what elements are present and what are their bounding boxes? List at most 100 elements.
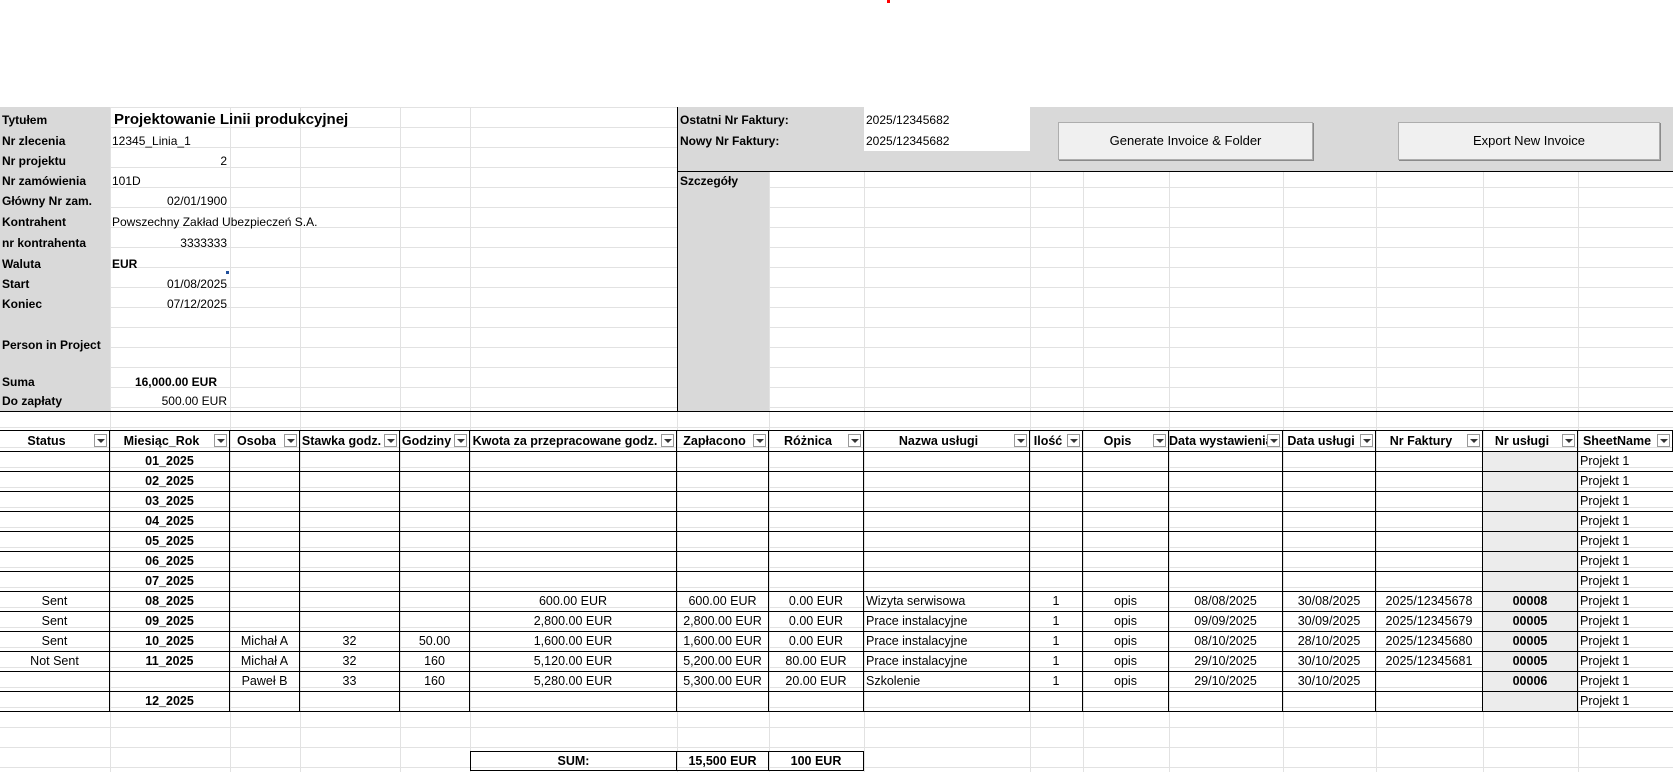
- cell-stawka[interactable]: [300, 512, 400, 532]
- cell-kwota[interactable]: [470, 472, 677, 492]
- cell-zaplacono[interactable]: [677, 452, 769, 472]
- cell-data-uslugi[interactable]: [1283, 532, 1376, 552]
- cell-nr-faktury[interactable]: [1376, 552, 1483, 572]
- cell-stawka[interactable]: [300, 692, 400, 712]
- cell-nr-uslugi[interactable]: [1483, 452, 1578, 472]
- cell-status[interactable]: [0, 512, 110, 532]
- cell-data-wystawienia[interactable]: 08/10/2025: [1169, 632, 1283, 652]
- cell-nr-faktury[interactable]: [1376, 692, 1483, 712]
- cell-status[interactable]: [0, 532, 110, 552]
- sum-zaplacono[interactable]: 15,500 EUR: [676, 751, 769, 771]
- filter-dropdown-icon[interactable]: [661, 434, 674, 447]
- cell-stawka[interactable]: [300, 592, 400, 612]
- cell-nr-uslugi[interactable]: 00005: [1483, 652, 1578, 672]
- cell-stawka[interactable]: [300, 472, 400, 492]
- cell-stawka[interactable]: [300, 532, 400, 552]
- cell-nazwa-uslugi[interactable]: [864, 552, 1030, 572]
- cell-stawka[interactable]: [300, 572, 400, 592]
- cell-sheetname[interactable]: Projekt 1: [1578, 592, 1673, 612]
- cell-nazwa-uslugi[interactable]: Wizyta serwisowa: [864, 592, 1030, 612]
- cell-data-wystawienia[interactable]: [1169, 572, 1283, 592]
- cell-nazwa-uslugi[interactable]: [864, 572, 1030, 592]
- value-koniec[interactable]: 07/12/2025: [110, 295, 230, 314]
- cell-stawka[interactable]: 32: [300, 632, 400, 652]
- value-nr-zamowienia[interactable]: 101D: [110, 172, 230, 191]
- cell-nr-uslugi[interactable]: 00005: [1483, 632, 1578, 652]
- filter-dropdown-icon[interactable]: [454, 434, 467, 447]
- cell-godziny[interactable]: [400, 612, 470, 632]
- cell-nr-uslugi[interactable]: [1483, 532, 1578, 552]
- cell-ilosc[interactable]: [1030, 452, 1083, 472]
- cell-kwota[interactable]: 600.00 EUR: [470, 592, 677, 612]
- cell-nr-faktury[interactable]: [1376, 472, 1483, 492]
- cell-osoba[interactable]: [230, 452, 300, 472]
- cell-ilosc[interactable]: [1030, 492, 1083, 512]
- cell-sheetname[interactable]: Projekt 1: [1578, 672, 1673, 692]
- cell-nazwa-uslugi[interactable]: [864, 532, 1030, 552]
- cell-godziny[interactable]: [400, 532, 470, 552]
- filter-dropdown-icon[interactable]: [848, 434, 861, 447]
- cell-opis[interactable]: [1083, 572, 1169, 592]
- sum-roznica[interactable]: 100 EUR: [768, 751, 864, 771]
- cell-sheetname[interactable]: Projekt 1: [1578, 512, 1673, 532]
- cell-nr-faktury[interactable]: 2025/12345680: [1376, 632, 1483, 652]
- value-glowny-nr-zam[interactable]: 02/01/1900: [110, 192, 230, 211]
- cell-data-wystawienia[interactable]: 09/09/2025: [1169, 612, 1283, 632]
- cell-godziny[interactable]: 50.00: [400, 632, 470, 652]
- cell-nr-faktury[interactable]: [1376, 492, 1483, 512]
- cell-roznica[interactable]: [769, 692, 864, 712]
- cell-opis[interactable]: opis: [1083, 632, 1169, 652]
- filter-dropdown-icon[interactable]: [1067, 434, 1080, 447]
- cell-osoba[interactable]: Michał A: [230, 652, 300, 672]
- cell-godziny[interactable]: [400, 472, 470, 492]
- cell-roznica[interactable]: [769, 472, 864, 492]
- cell-data-uslugi[interactable]: [1283, 472, 1376, 492]
- cell-kwota[interactable]: [470, 552, 677, 572]
- cell-miesiac-rok[interactable]: 08_2025: [110, 592, 230, 612]
- cell-miesiac-rok[interactable]: 04_2025: [110, 512, 230, 532]
- cell-osoba[interactable]: [230, 612, 300, 632]
- cell-stawka[interactable]: [300, 492, 400, 512]
- cell-data-wystawienia[interactable]: [1169, 452, 1283, 472]
- cell-miesiac-rok[interactable]: 06_2025: [110, 552, 230, 572]
- cell-data-uslugi[interactable]: 30/08/2025: [1283, 592, 1376, 612]
- cell-godziny[interactable]: [400, 512, 470, 532]
- cell-stawka[interactable]: 33: [300, 672, 400, 692]
- cell-godziny[interactable]: [400, 492, 470, 512]
- cell-status[interactable]: [0, 672, 110, 692]
- filter-dropdown-icon[interactable]: [753, 434, 766, 447]
- cell-godziny[interactable]: [400, 572, 470, 592]
- cell-data-uslugi[interactable]: [1283, 552, 1376, 572]
- cell-data-uslugi[interactable]: [1283, 512, 1376, 532]
- cell-miesiac-rok[interactable]: 09_2025: [110, 612, 230, 632]
- cell-osoba[interactable]: [230, 532, 300, 552]
- cell-osoba[interactable]: Michał A: [230, 632, 300, 652]
- cell-kwota[interactable]: [470, 492, 677, 512]
- cell-roznica[interactable]: [769, 532, 864, 552]
- filter-dropdown-icon[interactable]: [1360, 434, 1373, 447]
- cell-roznica[interactable]: 20.00 EUR: [769, 672, 864, 692]
- value-tytulem[interactable]: Projektowanie Linii produkcyjnej: [114, 109, 574, 131]
- cell-kwota[interactable]: [470, 512, 677, 532]
- cell-nr-uslugi[interactable]: 00006: [1483, 672, 1578, 692]
- fill-handle-icon[interactable]: [226, 271, 229, 274]
- cell-data-wystawienia[interactable]: 08/08/2025: [1169, 592, 1283, 612]
- cell-data-uslugi[interactable]: [1283, 492, 1376, 512]
- cell-status[interactable]: Sent: [0, 612, 110, 632]
- cell-status[interactable]: Not Sent: [0, 652, 110, 672]
- cell-ilosc[interactable]: [1030, 532, 1083, 552]
- cell-ilosc[interactable]: 1: [1030, 612, 1083, 632]
- cell-godziny[interactable]: [400, 592, 470, 612]
- cell-nazwa-uslugi[interactable]: [864, 452, 1030, 472]
- cell-data-wystawienia[interactable]: [1169, 472, 1283, 492]
- cell-nr-faktury[interactable]: 2025/12345681: [1376, 652, 1483, 672]
- cell-zaplacono[interactable]: 2,800.00 EUR: [677, 612, 769, 632]
- cell-sheetname[interactable]: Projekt 1: [1578, 532, 1673, 552]
- export-new-invoice-button[interactable]: Export New Invoice: [1398, 122, 1660, 160]
- cell-roznica[interactable]: 80.00 EUR: [769, 652, 864, 672]
- cell-kwota[interactable]: 1,600.00 EUR: [470, 632, 677, 652]
- cell-nr-uslugi[interactable]: [1483, 692, 1578, 712]
- cell-ilosc[interactable]: [1030, 692, 1083, 712]
- cell-opis[interactable]: [1083, 472, 1169, 492]
- cell-status[interactable]: [0, 472, 110, 492]
